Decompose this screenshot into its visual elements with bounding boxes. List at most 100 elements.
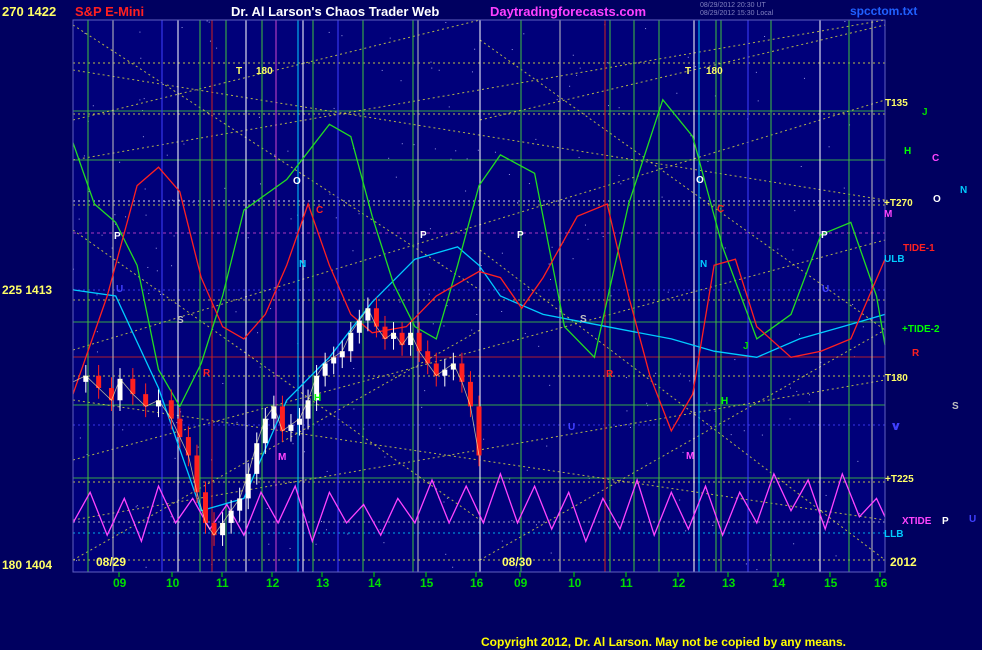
- background-speckle: [401, 143, 403, 145]
- background-speckle: [796, 390, 798, 392]
- background-speckle: [789, 387, 791, 389]
- background-speckle: [289, 547, 291, 549]
- background-speckle: [501, 252, 503, 254]
- background-speckle: [358, 213, 360, 215]
- background-speckle: [159, 294, 161, 296]
- background-speckle: [352, 250, 354, 252]
- background-speckle: [667, 291, 669, 293]
- background-speckle: [523, 33, 525, 35]
- plot-annotation-label: U: [822, 284, 829, 295]
- background-speckle: [607, 105, 609, 107]
- background-speckle: [446, 497, 448, 499]
- background-speckle: [388, 157, 390, 159]
- background-speckle: [178, 199, 180, 201]
- plot-annotation-label: H: [721, 396, 728, 407]
- background-speckle: [809, 394, 811, 396]
- plot-annotation-label: H: [314, 393, 321, 404]
- background-speckle: [171, 265, 173, 267]
- plot-annotation-label: O: [696, 175, 704, 186]
- background-speckle: [551, 246, 553, 248]
- background-speckle: [156, 270, 158, 272]
- background-speckle: [259, 366, 261, 368]
- right-level-label: S: [952, 401, 959, 412]
- background-speckle: [428, 293, 430, 295]
- background-speckle: [808, 401, 810, 403]
- background-speckle: [432, 323, 434, 325]
- background-speckle: [789, 418, 791, 420]
- background-speckle: [483, 438, 485, 440]
- background-speckle: [579, 67, 581, 69]
- background-speckle: [852, 303, 854, 305]
- background-speckle: [208, 21, 210, 23]
- plot-annotation-label: U: [116, 284, 123, 295]
- background-speckle: [517, 202, 519, 204]
- background-speckle: [101, 234, 103, 236]
- background-speckle: [326, 470, 328, 472]
- background-speckle: [569, 85, 571, 87]
- price-bar: [254, 443, 260, 474]
- background-speckle: [602, 236, 604, 238]
- background-speckle: [646, 402, 648, 404]
- right-level-label: T135: [885, 98, 908, 109]
- y-tick-label: 225 1413: [2, 283, 53, 297]
- right-level-label: P: [942, 516, 949, 527]
- background-speckle: [645, 28, 647, 30]
- background-speckle: [176, 422, 178, 424]
- background-speckle: [142, 136, 144, 138]
- background-speckle: [147, 266, 149, 268]
- right-level-label: U: [969, 514, 976, 525]
- background-speckle: [300, 289, 302, 291]
- background-speckle: [79, 437, 81, 439]
- x-tick-label: 16: [874, 576, 888, 590]
- background-speckle: [303, 451, 305, 453]
- background-speckle: [526, 469, 528, 471]
- background-speckle: [183, 143, 185, 145]
- background-speckle: [119, 161, 121, 163]
- background-speckle: [268, 543, 270, 545]
- background-speckle: [170, 516, 172, 518]
- background-speckle: [687, 56, 689, 58]
- background-speckle: [844, 21, 846, 23]
- background-speckle: [535, 524, 537, 526]
- background-speckle: [259, 478, 261, 480]
- background-speckle: [315, 543, 317, 545]
- background-speckle: [384, 456, 386, 458]
- background-speckle: [92, 105, 94, 107]
- background-speckle: [535, 138, 537, 140]
- price-bar: [237, 498, 243, 511]
- background-speckle: [424, 390, 426, 392]
- plot-annotation-label: J: [743, 341, 749, 352]
- background-speckle: [626, 410, 628, 412]
- background-speckle: [828, 146, 830, 148]
- y-tick-label: 180 1404: [2, 558, 53, 572]
- background-speckle: [148, 293, 150, 295]
- background-speckle: [511, 520, 513, 522]
- date-label: 08/30: [502, 555, 532, 569]
- plot-annotation-label: R: [606, 369, 614, 380]
- x-tick-label: 11: [216, 576, 229, 590]
- background-speckle: [353, 368, 355, 370]
- background-speckle: [328, 31, 330, 33]
- background-speckle: [618, 107, 620, 109]
- background-speckle: [620, 183, 622, 185]
- background-speckle: [803, 77, 805, 79]
- background-speckle: [325, 529, 327, 531]
- background-speckle: [258, 116, 260, 118]
- background-speckle: [96, 331, 98, 333]
- background-speckle: [209, 40, 211, 42]
- background-speckle: [757, 100, 759, 102]
- plot-annotation-label: S: [580, 314, 587, 325]
- background-speckle: [509, 478, 511, 480]
- background-speckle: [584, 224, 586, 226]
- plot-annotation-label: N: [700, 259, 707, 270]
- background-speckle: [443, 325, 445, 327]
- background-speckle: [83, 155, 85, 157]
- right-level-label: T180: [885, 373, 908, 384]
- background-speckle: [685, 530, 687, 532]
- right-level-label: +T270: [884, 198, 913, 209]
- plot-annotation-label: M: [686, 451, 694, 462]
- background-speckle: [206, 20, 208, 22]
- background-speckle: [448, 106, 450, 108]
- background-speckle: [777, 248, 779, 250]
- background-speckle: [145, 566, 147, 568]
